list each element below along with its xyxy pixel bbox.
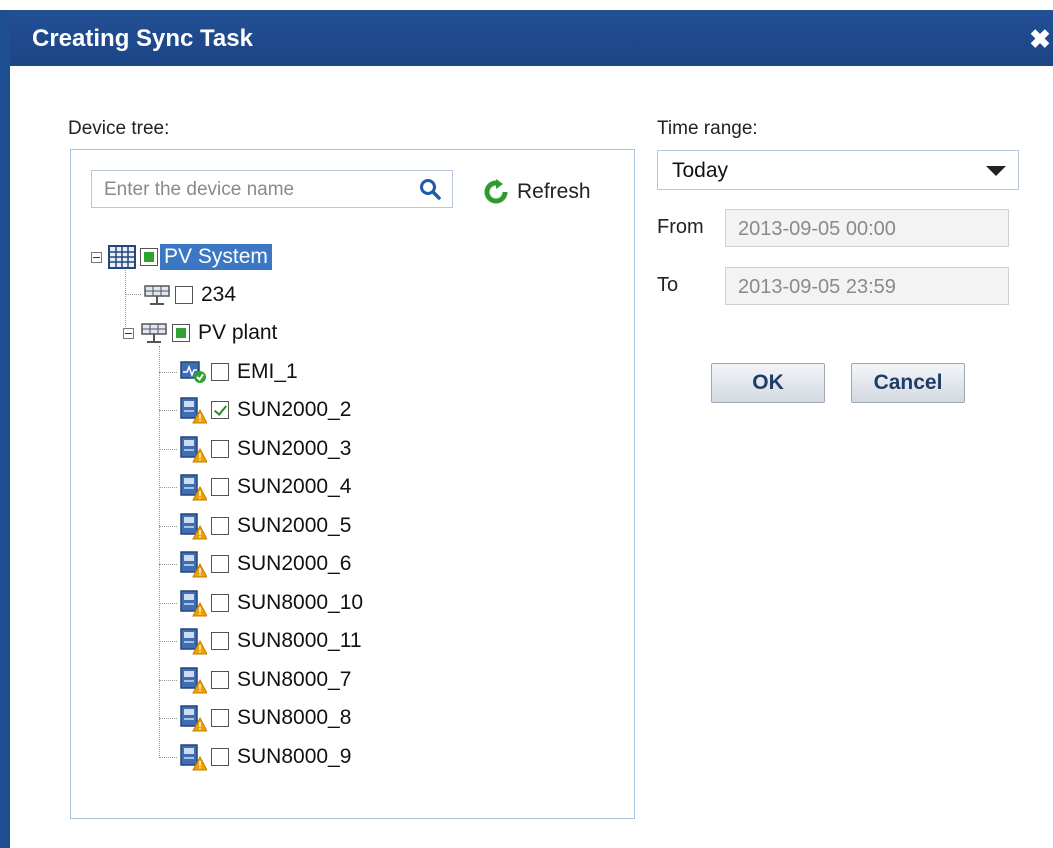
tree-node-sun8000-8[interactable]: SUN8000_8 <box>179 703 351 733</box>
tree-node-label: SUN2000_2 <box>237 398 352 421</box>
dialog-left-border <box>0 10 10 848</box>
tree-node-label: PV plant <box>198 321 278 344</box>
checkbox[interactable] <box>211 478 229 496</box>
time-range-select[interactable]: Today <box>657 150 1019 190</box>
time-range-label: Time range: <box>657 118 758 139</box>
ok-button[interactable]: OK <box>711 363 825 403</box>
inverter-warning-icon <box>180 628 207 655</box>
dialog-title: Creating Sync Task <box>32 25 253 52</box>
tree-node-pv-plant[interactable]: PV plant <box>123 318 277 348</box>
tree-connector <box>159 680 177 681</box>
checkbox[interactable] <box>211 555 229 573</box>
tree-connector <box>159 449 177 450</box>
inverter-warning-icon <box>180 436 207 463</box>
inverter-warning-icon <box>180 551 207 578</box>
tree-node-label: SUN8000_10 <box>237 591 364 614</box>
tree-node-label: PV System <box>160 244 272 270</box>
tree-connector <box>159 757 177 758</box>
collapse-toggle-icon[interactable] <box>123 327 134 339</box>
checkbox[interactable] <box>211 632 229 650</box>
device-search-box <box>91 170 453 208</box>
from-label: From <box>657 216 704 238</box>
close-icon[interactable]: ✖ <box>1027 26 1053 52</box>
inverter-warning-icon <box>180 397 207 424</box>
tree-node-label: SUN2000_6 <box>237 552 352 575</box>
tree-node-label: EMI_1 <box>237 360 298 383</box>
tree-node-label: SUN2000_4 <box>237 475 352 498</box>
inverter-warning-icon <box>180 474 207 501</box>
inverter-warning-icon <box>180 513 207 540</box>
tree-node-label: SUN8000_8 <box>237 706 352 729</box>
cancel-button[interactable]: Cancel <box>851 363 965 403</box>
checkbox[interactable] <box>211 594 229 612</box>
checkbox[interactable] <box>172 324 190 342</box>
inverter-warning-icon <box>180 744 207 771</box>
dialog-top-strip <box>0 0 1053 10</box>
tree-node-sun2000-6[interactable]: SUN2000_6 <box>179 549 351 579</box>
refresh-label: Refresh <box>517 180 591 203</box>
tree-connector <box>159 526 177 527</box>
tree-node-sun8000-9[interactable]: SUN8000_9 <box>179 742 351 772</box>
device-tree-label: Device tree: <box>68 118 170 139</box>
tree-connector <box>159 603 177 604</box>
tree-node-sun8000-11[interactable]: SUN8000_11 <box>179 626 362 656</box>
tree-node-sun8000-10[interactable]: SUN8000_10 <box>179 588 363 618</box>
tree-connector <box>159 564 177 565</box>
tree-connector <box>159 372 177 373</box>
system-grid-icon <box>108 245 136 269</box>
to-label: To <box>657 274 679 296</box>
checkbox[interactable] <box>211 363 229 381</box>
tree-node-sun2000-5[interactable]: SUN2000_5 <box>179 511 351 541</box>
dialog-titlebar[interactable]: Creating Sync Task ✖ <box>10 10 1053 66</box>
tree-node-emi-1[interactable]: EMI_1 <box>179 357 298 387</box>
checkbox[interactable] <box>211 709 229 727</box>
checkbox[interactable] <box>211 748 229 766</box>
tree-connector <box>125 294 141 295</box>
time-range-value: Today <box>672 159 729 182</box>
to-date-value: 2013-09-05 23:59 <box>738 276 896 298</box>
tree-connector <box>159 718 177 719</box>
from-date-field[interactable]: 2013-09-05 00:00 <box>725 209 1009 247</box>
tree-node-label: SUN2000_3 <box>237 437 352 460</box>
inverter-warning-icon <box>180 705 207 732</box>
solar-plant-icon <box>144 285 170 305</box>
tree-node-label: SUN8000_9 <box>237 745 352 768</box>
refresh-button[interactable]: Refresh <box>483 178 591 206</box>
tree-connector <box>159 410 177 411</box>
tree-node-label: SUN8000_11 <box>237 629 362 652</box>
tree-node-sun2000-2[interactable]: SUN2000_2 <box>179 395 351 425</box>
tree-node-label: SUN8000_7 <box>237 668 352 691</box>
checkbox[interactable] <box>211 401 229 419</box>
checkbox[interactable] <box>211 440 229 458</box>
checkbox[interactable] <box>140 248 158 266</box>
checkbox[interactable] <box>211 517 229 535</box>
from-date-value: 2013-09-05 00:00 <box>738 218 896 240</box>
inverter-warning-icon <box>180 667 207 694</box>
to-date-field[interactable]: 2013-09-05 23:59 <box>725 267 1009 305</box>
tree-connector <box>159 487 177 488</box>
tree-connector <box>159 641 177 642</box>
checkbox[interactable] <box>211 671 229 689</box>
device-tree-panel: Refresh PV System <box>70 149 635 819</box>
device-search-input[interactable] <box>102 177 406 203</box>
refresh-icon <box>484 179 508 204</box>
tree-node-label: SUN2000_5 <box>237 514 352 537</box>
inverter-warning-icon <box>180 590 207 617</box>
tree-node-sun8000-7[interactable]: SUN8000_7 <box>179 665 351 695</box>
tree-node-sun2000-4[interactable]: SUN2000_4 <box>179 472 351 502</box>
tree-node-sun2000-3[interactable]: SUN2000_3 <box>179 434 351 464</box>
tree-node-234[interactable]: 234 <box>143 280 236 310</box>
emi-sensor-icon <box>180 361 206 383</box>
checkbox[interactable] <box>175 286 193 304</box>
tree-node-label: 234 <box>201 283 237 306</box>
search-icon[interactable] <box>418 177 442 201</box>
solar-plant-icon <box>141 323 167 343</box>
collapse-toggle-icon[interactable] <box>91 251 102 263</box>
tree-node-pv-system[interactable]: PV System <box>91 242 272 272</box>
tree-connector <box>159 346 160 758</box>
chevron-down-icon[interactable] <box>986 166 1006 176</box>
dialog-content: Device tree: Refresh <box>10 66 1053 848</box>
